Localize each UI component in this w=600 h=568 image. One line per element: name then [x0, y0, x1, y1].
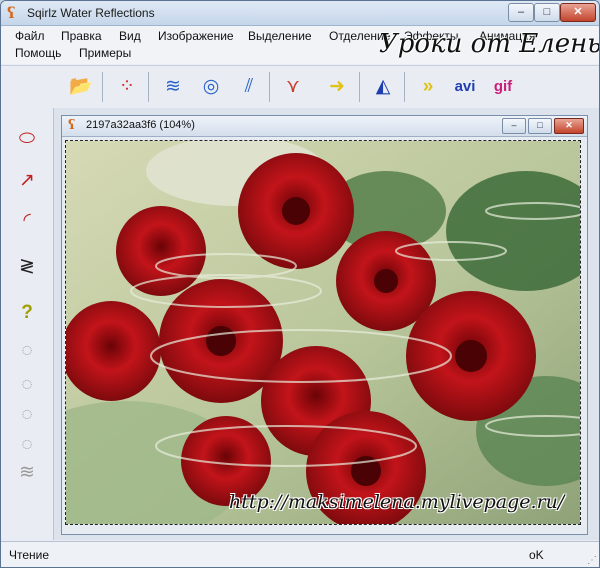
status-text: Чтение: [9, 548, 50, 562]
maximize-button[interactable]: □: [534, 3, 560, 22]
squirrel-doc-icon: ʕ: [68, 118, 76, 133]
avi-icon[interactable]: avi: [449, 72, 481, 102]
wave-lines-icon[interactable]: ≋: [157, 72, 189, 102]
toolbar-separator: [148, 72, 149, 102]
menu-file[interactable]: Файл: [15, 29, 45, 43]
triangle-ruler-icon[interactable]: ◭: [367, 72, 399, 102]
close-button[interactable]: ✕: [560, 3, 596, 22]
menu-image[interactable]: Изображение: [158, 29, 234, 43]
disabled-waves-icon: ≋: [19, 462, 35, 483]
color-dots-icon[interactable]: ⁘: [111, 72, 143, 102]
document-window: ʕ 2197a32aa3f6 (104%) – □ ✕: [61, 115, 588, 535]
workspace: ʕ 2197a32aa3f6 (104%) – □ ✕: [54, 108, 599, 540]
document-title: 2197a32aa3f6 (104%): [86, 119, 195, 131]
menu-examples[interactable]: Примеры: [79, 46, 131, 60]
animation-frames-icon[interactable]: »: [412, 72, 444, 102]
image-canvas[interactable]: [65, 140, 581, 525]
minimize-button[interactable]: –: [508, 3, 534, 22]
menu-edit[interactable]: Правка: [61, 29, 102, 43]
window-title: Sqirlz Water Reflections: [27, 6, 155, 20]
open-folder-icon[interactable]: 📂: [65, 72, 97, 102]
toolbar-separator: [404, 72, 405, 102]
doc-minimize-button[interactable]: –: [502, 118, 526, 134]
doc-close-button[interactable]: ✕: [554, 118, 584, 134]
status-bar: Чтение оK ⋰: [1, 541, 599, 567]
direction-arrow-icon[interactable]: ↗: [11, 166, 43, 196]
disabled-shape-4-icon: ◌: [21, 434, 33, 455]
watermark-header: Уроки от Елены: [379, 29, 600, 59]
left-toolbar: ⬭ ↗ ◜ ≷ ? ◌ ◌ ◌ ◌ ≋: [1, 108, 54, 540]
disabled-shape-2-icon: ◌: [21, 374, 33, 395]
shape-help-icon[interactable]: ?: [11, 298, 43, 328]
title-bar[interactable]: ʕ Sqirlz Water Reflections – □ ✕: [1, 1, 599, 26]
menu-help[interactable]: Помощь: [15, 46, 61, 60]
status-indicator: оK: [529, 548, 544, 562]
ellipse-icon[interactable]: ⬭: [11, 124, 43, 154]
doc-maximize-button[interactable]: □: [528, 118, 552, 134]
toolbar: 📂 ⁘ ≋ ◎ ⫽ ⋎ ➜ ◭ » avi gif: [1, 65, 599, 109]
watermark-url: http://maksimelena.mylivepage.ru/: [229, 491, 565, 513]
zigzag-icon[interactable]: ≷: [11, 252, 43, 282]
arc-icon[interactable]: ◜: [11, 206, 43, 236]
app-window: ʕ Sqirlz Water Reflections – □ ✕ Файл Пр…: [0, 0, 600, 568]
fountain-icon[interactable]: ⋎: [277, 72, 309, 102]
resize-grip-icon[interactable]: ⋰: [587, 555, 597, 566]
menu-view[interactable]: Вид: [119, 29, 141, 43]
menu-selection[interactable]: Выделение: [248, 29, 312, 43]
toolbar-separator: [359, 72, 360, 102]
roses-image[interactable]: [66, 141, 580, 524]
ripple-circles-icon[interactable]: ◎: [195, 72, 227, 102]
disabled-shape-3-icon: ◌: [21, 404, 33, 425]
arrow-right-icon[interactable]: ➜: [321, 72, 353, 102]
document-title-bar[interactable]: ʕ 2197a32aa3f6 (104%) – □ ✕: [62, 116, 587, 137]
toolbar-separator: [102, 72, 103, 102]
rain-drops-icon[interactable]: ⫽: [233, 72, 265, 102]
toolbar-separator: [269, 72, 270, 102]
squirrel-app-icon[interactable]: ʕ: [7, 4, 15, 22]
gif-icon[interactable]: gif: [487, 72, 519, 102]
disabled-shape-1-icon: ◌: [21, 340, 33, 361]
